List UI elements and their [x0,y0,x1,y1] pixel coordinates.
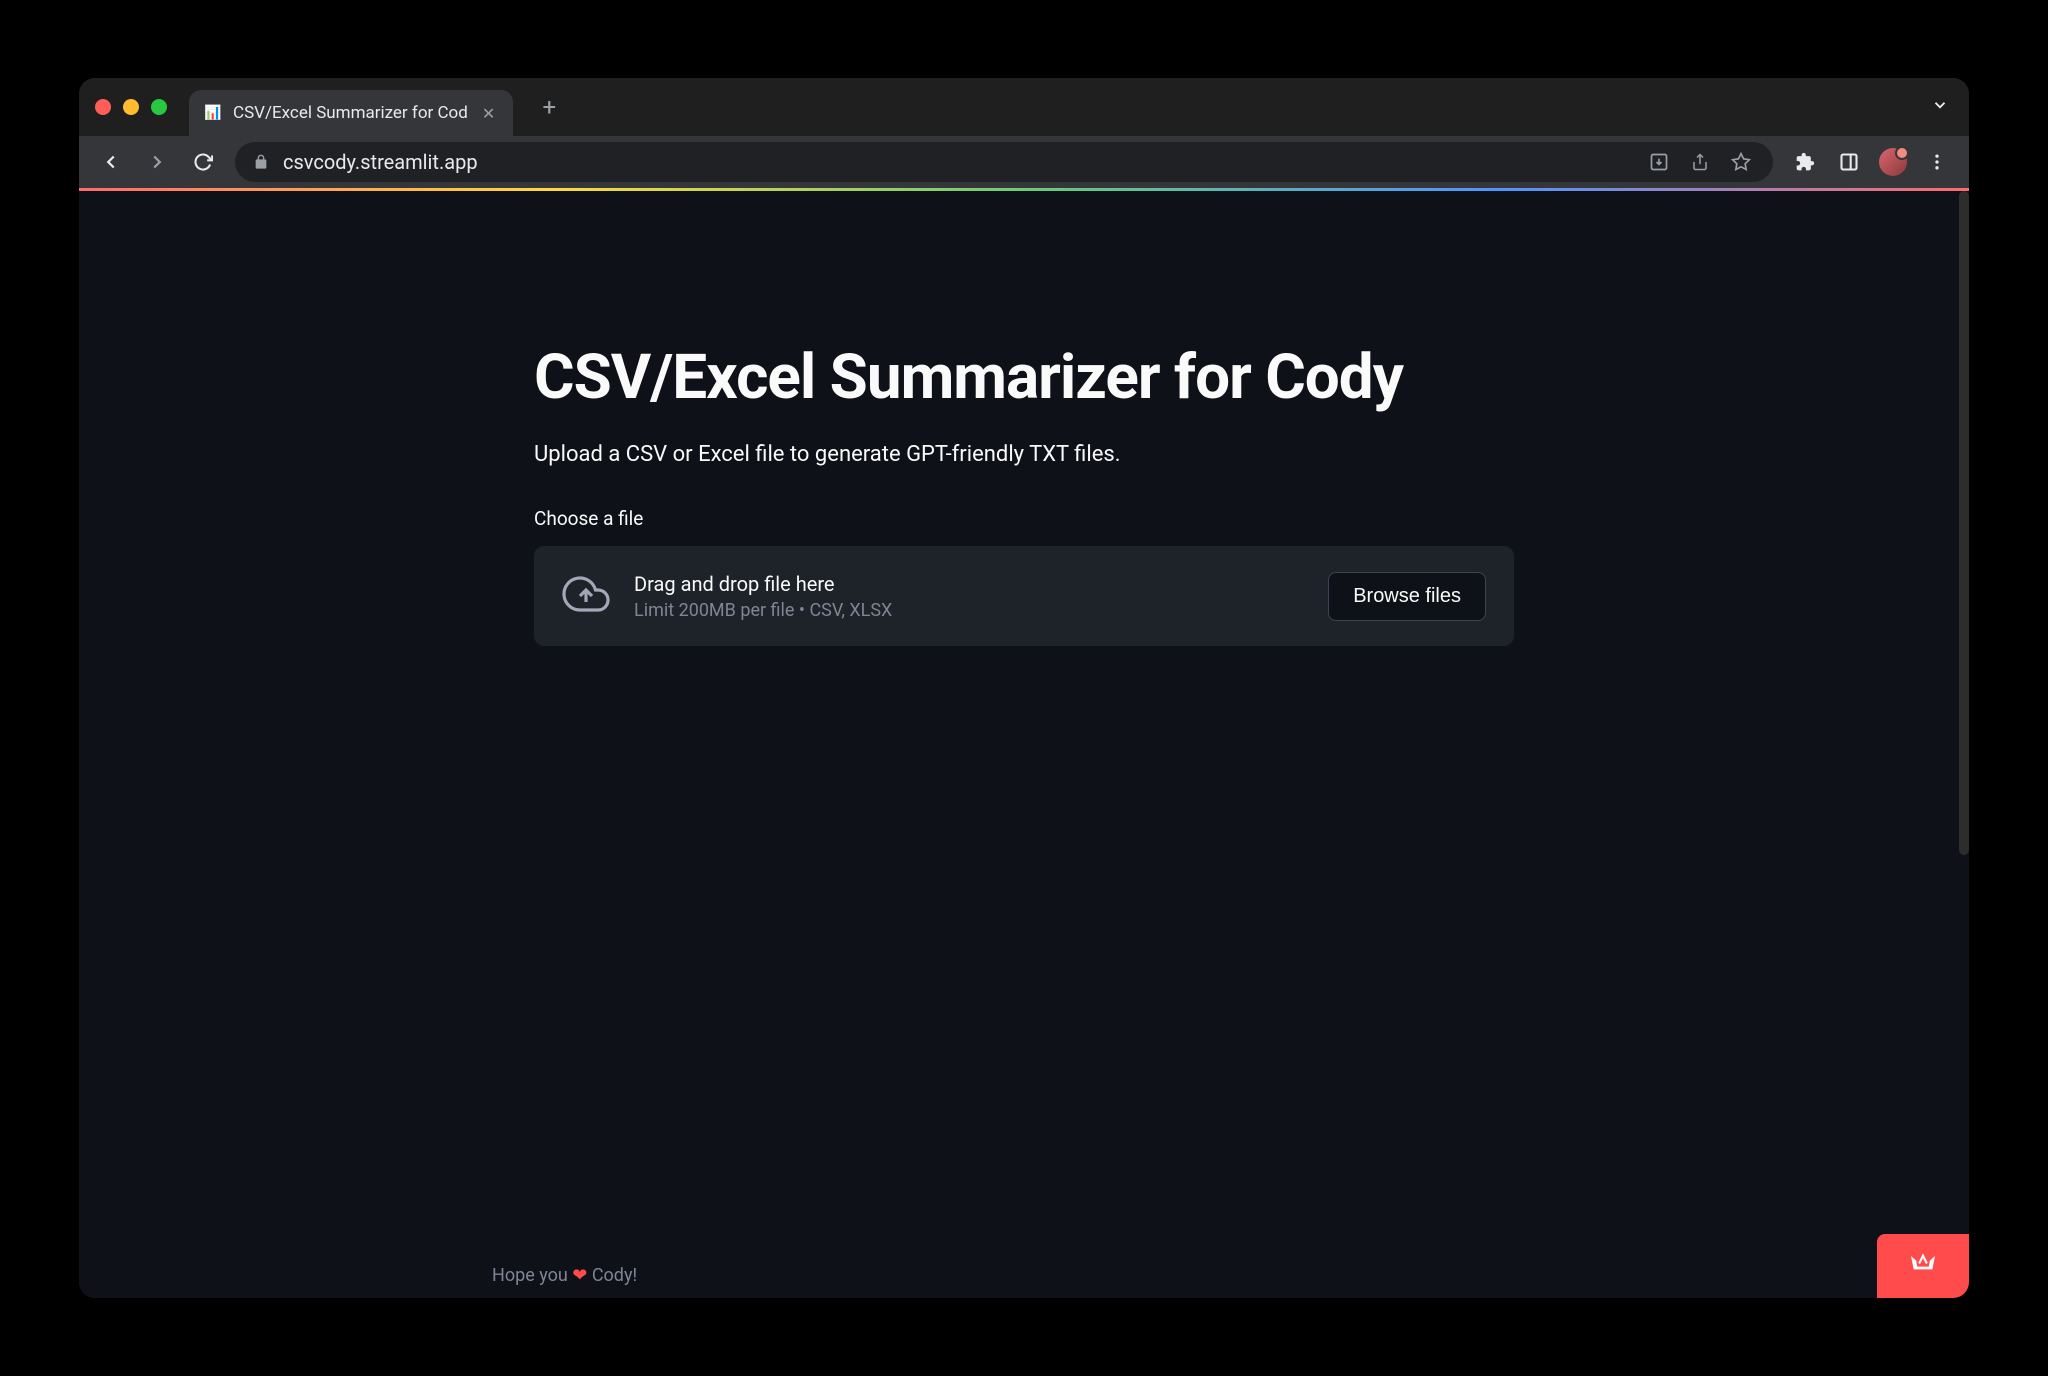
heart-icon: ❤ [572,1265,587,1286]
address-bar[interactable]: csvcody.streamlit.app [235,142,1773,182]
share-icon[interactable] [1687,153,1713,171]
page-subtitle: Upload a CSV or Excel file to generate G… [534,442,1514,467]
bookmark-star-icon[interactable] [1727,152,1755,172]
browse-files-button[interactable]: Browse files [1328,572,1486,621]
crown-icon [1907,1248,1939,1284]
page-title: CSV/Excel Summarizer for Cody [534,341,1514,414]
back-button[interactable] [91,142,131,182]
forward-button[interactable] [137,142,177,182]
upload-limit-text: Limit 200MB per file • CSV, XLSX [634,600,1304,621]
extensions-icon[interactable] [1785,142,1825,182]
close-tab-button[interactable]: ✕ [478,102,499,125]
profile-avatar[interactable] [1873,142,1913,182]
browser-window: 📊 CSV/Excel Summarizer for Cod ✕ + csvco… [79,78,1969,1298]
minimize-window-button[interactable] [123,99,139,115]
file-upload-dropzone[interactable]: Drag and drop file here Limit 200MB per … [534,546,1514,646]
tab-title: CSV/Excel Summarizer for Cod [233,103,468,123]
file-chooser-label: Choose a file [534,507,1514,530]
close-window-button[interactable] [95,99,111,115]
upload-main-text: Drag and drop file here [634,572,1304,596]
footer-suffix: Cody! [587,1265,637,1286]
tab-bar: 📊 CSV/Excel Summarizer for Cod ✕ + [79,78,1969,136]
footer-text: Hope you ❤ Cody! [492,1265,1472,1286]
cloud-upload-icon [562,570,610,622]
url-text: csvcody.streamlit.app [283,150,1631,174]
tabs-dropdown-button[interactable] [1931,96,1949,118]
browser-menu-icon[interactable] [1917,142,1957,182]
install-app-icon[interactable] [1645,152,1673,172]
streamlit-badge[interactable] [1877,1234,1969,1298]
toolbar-icons [1785,142,1957,182]
window-controls [95,99,167,115]
app-main: CSV/Excel Summarizer for Cody Upload a C… [534,191,1514,646]
footer-prefix: Hope you [492,1265,572,1286]
tab-favicon-icon: 📊 [203,103,223,123]
page-content: CSV/Excel Summarizer for Cody Upload a C… [79,191,1969,1298]
upload-text-group: Drag and drop file here Limit 200MB per … [634,572,1304,621]
reload-button[interactable] [183,142,223,182]
new-tab-button[interactable]: + [533,91,565,123]
lock-icon [253,154,269,170]
side-panel-icon[interactable] [1829,142,1869,182]
address-toolbar: csvcody.streamlit.app [79,136,1969,188]
scrollbar[interactable] [1959,191,1969,855]
maximize-window-button[interactable] [151,99,167,115]
browser-tab[interactable]: 📊 CSV/Excel Summarizer for Cod ✕ [189,90,513,136]
